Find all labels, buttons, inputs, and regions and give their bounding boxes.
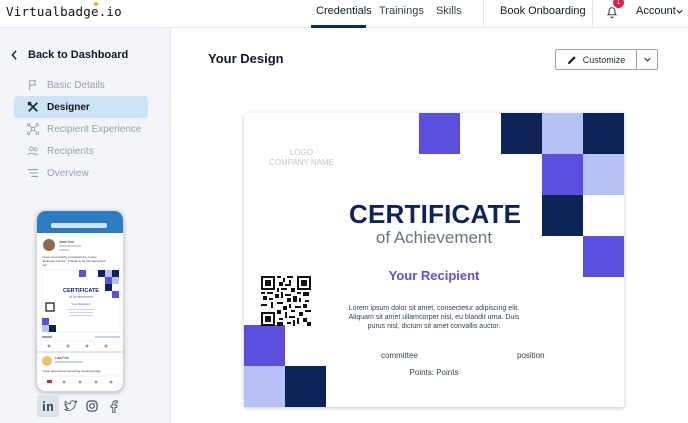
preview-recipient: Your Recipient: [71, 302, 91, 306]
certificate-points: Points: Points: [409, 368, 459, 377]
nav-divider: [592, 0, 593, 27]
sidebar-item-label: Overview: [47, 167, 89, 179]
certificate-title: CERTIFICATE: [349, 199, 522, 229]
certificate-preview: LOGO COMPANY NAME CERTIFICATE of Achieve…: [244, 113, 624, 407]
chevron-down-icon[interactable]: [676, 9, 683, 14]
chevron-left-icon: [11, 50, 17, 60]
tab-credentials[interactable]: Credentials: [316, 5, 372, 17]
facebook-icon: [110, 399, 118, 413]
signature-committee: committee: [381, 351, 418, 360]
decor-square: [583, 236, 624, 277]
sidebar-item-label: Designer: [47, 101, 90, 113]
designer-tools-icon: [27, 101, 38, 112]
customize-dropdown-button[interactable]: [636, 49, 658, 70]
account-menu[interactable]: Account: [636, 5, 676, 17]
page-title: Your Design: [208, 51, 284, 66]
preview-commenter: Lisa Frid: [55, 356, 68, 360]
nav-divider: [483, 0, 484, 27]
facebook-share-button[interactable]: [103, 395, 125, 417]
decor-square: [501, 113, 542, 154]
sidebar-item-recipients[interactable]: Recipients: [14, 140, 148, 162]
phone-preview: Jane Doe I have successfully completed t…: [36, 210, 124, 392]
flag-icon: [29, 80, 37, 91]
sidebar-item-basic-details[interactable]: Basic Details: [14, 74, 148, 96]
tab-skills[interactable]: Skills: [436, 5, 462, 17]
chevron-down-icon: [643, 57, 651, 62]
logo-placeholder: LOGO COMPANY NAME: [268, 148, 335, 167]
phone-header: [37, 211, 123, 233]
decor-square: [583, 154, 624, 195]
linkedin-icon: [42, 400, 53, 411]
sidebar-item-label: Basic Details: [47, 79, 105, 91]
decor-square: [244, 325, 285, 366]
twitter-icon: [63, 400, 77, 411]
preview-comment: I have discovered something amazing toda…: [42, 369, 101, 373]
decor-square: [419, 113, 460, 154]
active-tab-indicator: [311, 25, 366, 28]
preview-cert-sub: of Achievement: [69, 295, 93, 299]
notification-badge: 1: [613, 0, 624, 8]
logo-dot: [94, 2, 98, 6]
sidebar-item-recipient-experience[interactable]: Recipient Experience: [14, 118, 148, 140]
svg-text:"Example Course". Thanks to al: "Example Course". Thanks to all who supp…: [42, 259, 106, 263]
back-label: Back to Dashboard: [28, 49, 129, 61]
pencil-icon: [567, 55, 576, 64]
sidebar-item-designer[interactable]: Designer: [14, 96, 148, 118]
sidebar-item-label: Recipient Experience: [47, 123, 142, 135]
twitter-share-button[interactable]: [59, 395, 81, 417]
decor-square: [583, 113, 624, 154]
sidebar-item-overview[interactable]: Overview: [14, 162, 148, 184]
decor-square: [244, 366, 285, 407]
decor-square: [542, 113, 583, 154]
back-to-dashboard-link[interactable]: Back to Dashboard: [10, 49, 128, 61]
sidebar-item-label: Recipients: [47, 145, 94, 157]
app-logo[interactable]: Virtualbadge.io: [6, 2, 122, 19]
signature-position: position: [517, 351, 545, 360]
customize-button[interactable]: Customize: [555, 49, 637, 70]
list-icon: [27, 169, 39, 177]
decor-square: [542, 195, 583, 236]
certificate-body-text: Lorem ipsum dolor sit amet, consectetur …: [348, 305, 520, 330]
certificate-subtitle: of Achievement: [375, 228, 493, 247]
customize-label: Customize: [582, 54, 626, 65]
instagram-share-button[interactable]: [81, 395, 103, 417]
svg-text:me!: me!: [42, 263, 47, 267]
preview-cert-title: CERTIFICATE: [63, 288, 99, 294]
linkedin-share-button[interactable]: [37, 395, 59, 417]
people-icon: [27, 146, 39, 156]
certificate-recipient: Your Recipient: [388, 268, 480, 283]
top-bar: Virtualbadge.io Credentials Trainings Sk…: [0, 0, 688, 28]
bell-icon[interactable]: [605, 6, 619, 20]
network-icon: [27, 123, 39, 135]
decor-square: [542, 154, 583, 195]
linkedin-post-preview: Jane Doe I have successfully completed t…: [37, 239, 123, 384]
book-onboarding-link[interactable]: Book Onboarding: [500, 5, 586, 17]
qr-code: [261, 276, 311, 326]
instagram-icon: [86, 400, 98, 412]
decor-square: [285, 366, 326, 407]
tab-trainings[interactable]: Trainings: [379, 5, 424, 17]
preview-post-name: Jane Doe: [59, 240, 74, 244]
